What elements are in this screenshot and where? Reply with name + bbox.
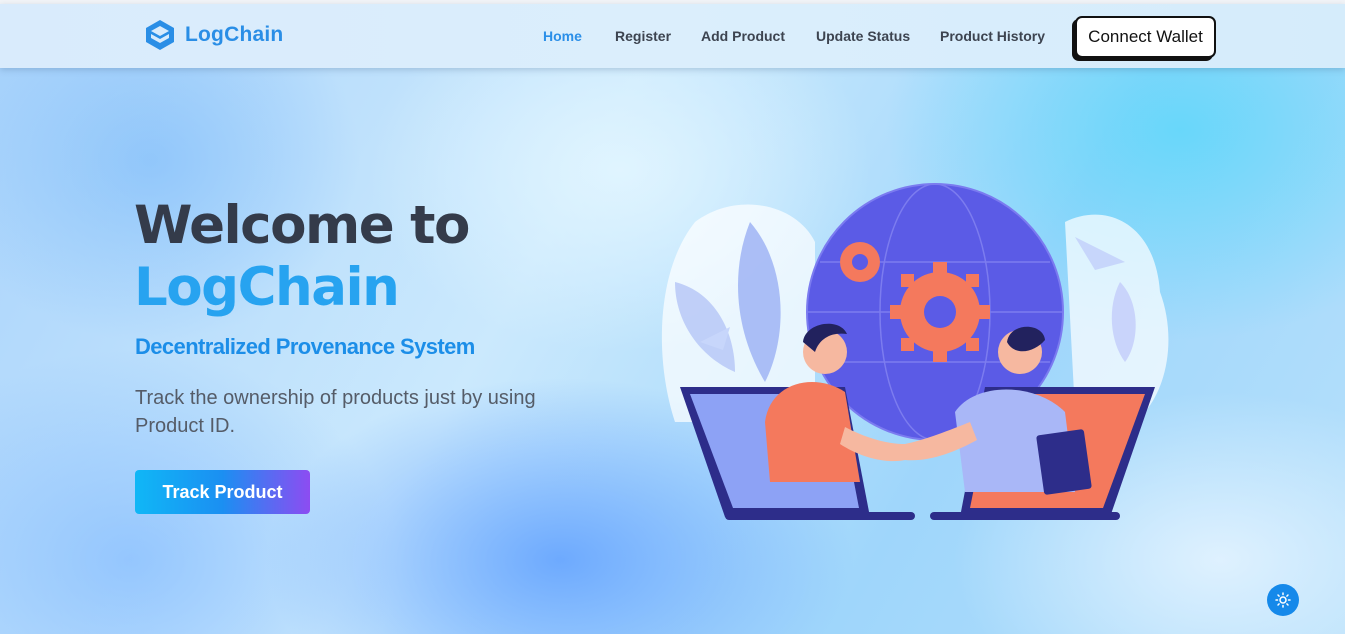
brand-logo[interactable]: LogChain [143, 18, 283, 52]
track-product-button[interactable]: Track Product [135, 470, 310, 514]
nav-add-product[interactable]: Add Product [701, 28, 785, 44]
sun-icon [1275, 592, 1291, 608]
nav-register[interactable]: Register [615, 28, 671, 44]
nav-home[interactable]: Home [543, 28, 582, 44]
navbar: LogChain Home Register Add Product Updat… [0, 4, 1345, 68]
handshake-globe-illustration [661, 183, 1169, 520]
hero-description: Track the ownership of products just by … [135, 387, 536, 437]
connect-wallet-button[interactable]: Connect Wallet [1075, 16, 1216, 58]
nav-product-history[interactable]: Product History [940, 28, 1045, 44]
brand-name: LogChain [185, 23, 284, 46]
theme-toggle-button[interactable] [1267, 584, 1299, 616]
hero-brand: LogChain [134, 257, 400, 318]
hero-title: Welcome to [134, 195, 470, 256]
cube-icon [146, 20, 174, 50]
nav-update-status[interactable]: Update Status [816, 28, 910, 44]
hero-subtitle: Decentralized Provenance System [135, 334, 475, 359]
